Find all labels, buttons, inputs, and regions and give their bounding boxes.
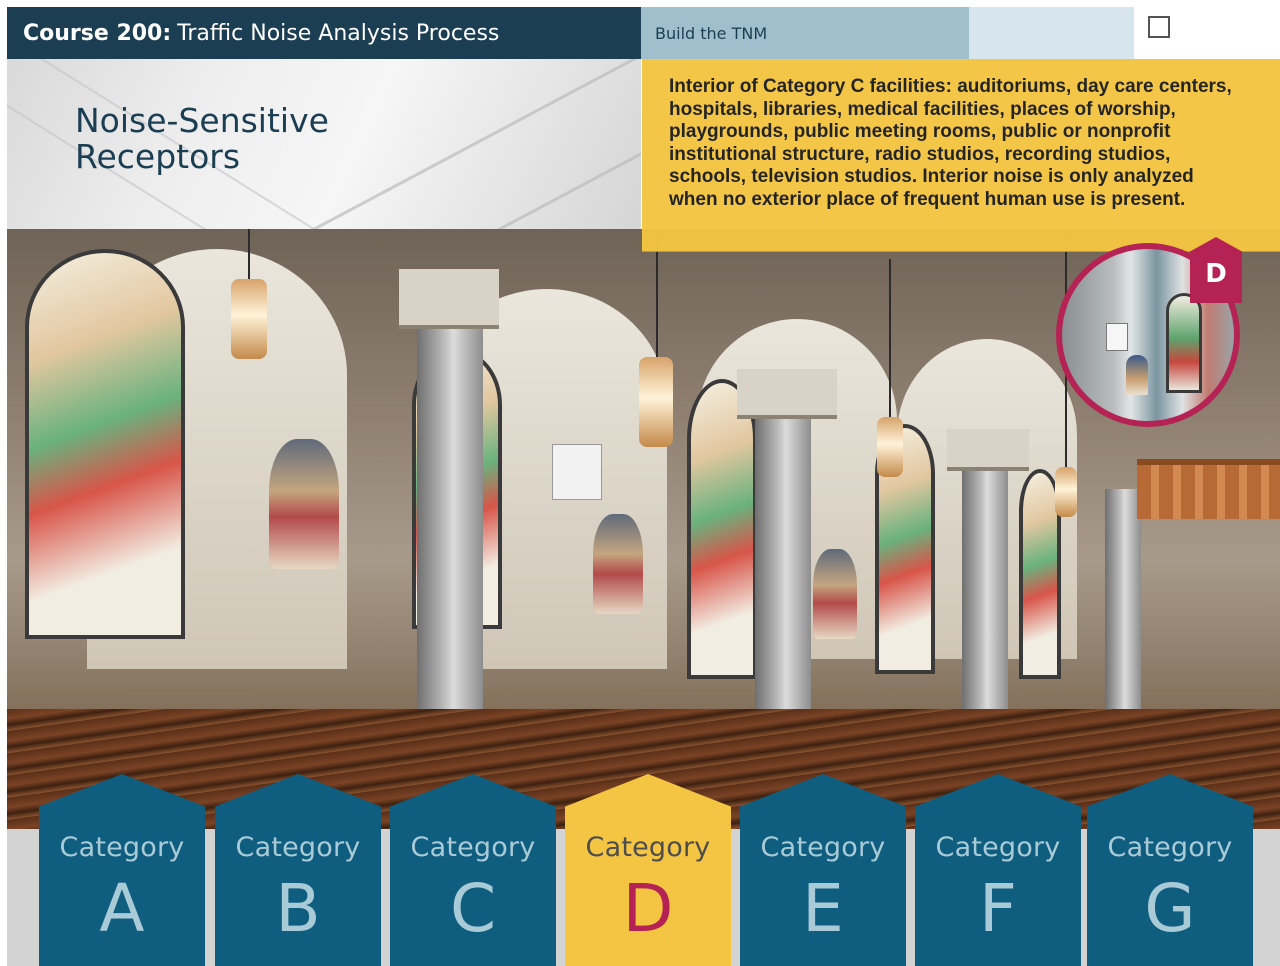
wall-speaker [552, 444, 602, 500]
wall-statue [813, 549, 857, 639]
column-capital [947, 429, 1029, 471]
hanging-lamp [1055, 467, 1077, 517]
wall-speaker [1106, 323, 1128, 351]
category-label: Category [410, 832, 536, 863]
category-letter: B [275, 870, 321, 947]
category-b-button[interactable]: Category B [215, 774, 381, 966]
hanging-lamp [231, 279, 267, 359]
lamp-cord [889, 259, 891, 419]
category-f-button[interactable]: Category F [915, 774, 1081, 966]
category-d-button[interactable]: Category D [565, 774, 731, 966]
tab-build-the-tnm[interactable]: Build the TNM [641, 7, 969, 59]
category-letter: E [802, 870, 844, 947]
tab-bar-spacer [969, 7, 1134, 59]
tab-label: Build the TNM [655, 23, 768, 43]
column [417, 329, 483, 749]
course-number: Course 200: [23, 20, 172, 46]
column [962, 471, 1008, 731]
category-label: Category [585, 832, 711, 863]
title-banner: Noise-Sensitive Receptors [7, 59, 641, 229]
wall-statue [269, 439, 339, 569]
page-title-line2: Receptors [75, 137, 241, 176]
stained-glass-window [25, 249, 185, 639]
checkbox-area [1134, 7, 1280, 59]
category-letter: A [99, 870, 145, 947]
page-title-line1: Noise-Sensitive [75, 101, 329, 140]
column [1105, 489, 1141, 729]
category-label: Category [59, 832, 185, 863]
category-letter: D [622, 870, 674, 947]
balcony-railing [1137, 459, 1280, 519]
checkbox[interactable] [1148, 16, 1170, 38]
category-e-button[interactable]: Category E [740, 774, 906, 966]
category-label: Category [760, 832, 886, 863]
course-header: Course 200: Traffic Noise Analysis Proce… [7, 7, 641, 59]
stained-glass-window [687, 379, 757, 679]
category-badge-letter: D [1205, 259, 1227, 289]
category-letter: G [1144, 870, 1196, 947]
page-title: Noise-Sensitive Receptors [75, 103, 435, 175]
category-description: Interior of Category C facilities: audit… [642, 59, 1280, 252]
category-letter: F [979, 870, 1017, 947]
course-title: Traffic Noise Analysis Process [177, 20, 500, 46]
category-letter: C [449, 870, 497, 947]
stained-glass-window [1166, 293, 1202, 393]
hanging-lamp [639, 357, 673, 447]
category-label: Category [235, 832, 361, 863]
wall-statue [593, 514, 643, 614]
wall-statue [1126, 355, 1148, 395]
category-label: Category [935, 832, 1061, 863]
column [755, 419, 811, 739]
category-c-button[interactable]: Category C [390, 774, 556, 966]
column-capital [737, 369, 837, 419]
hanging-lamp [877, 417, 903, 477]
category-label: Category [1107, 832, 1233, 863]
category-description-text: Interior of Category C facilities: audit… [669, 76, 1232, 210]
column-capital [399, 269, 499, 329]
category-g-button[interactable]: Category G [1087, 774, 1253, 966]
category-a-button[interactable]: Category A [39, 774, 205, 966]
